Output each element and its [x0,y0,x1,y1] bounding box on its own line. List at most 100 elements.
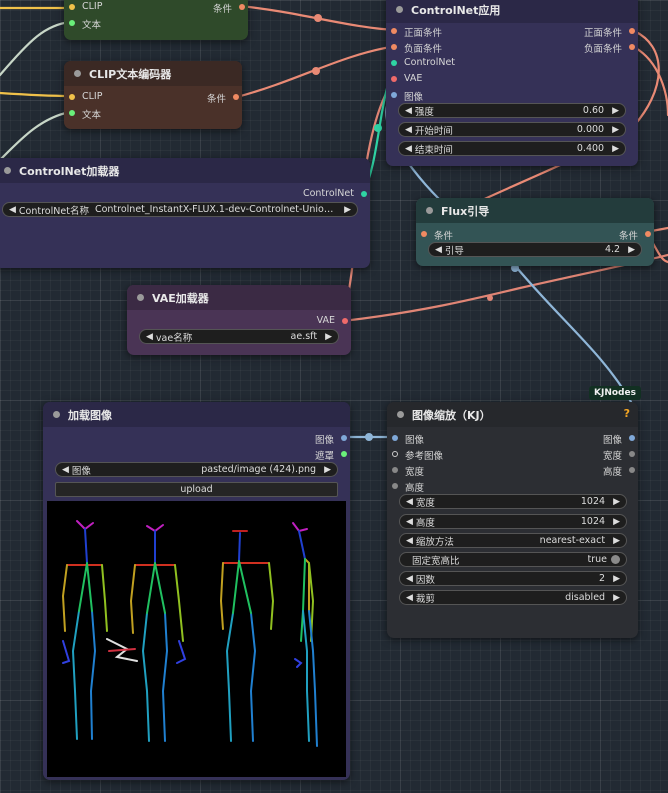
node-title-bar[interactable]: CLIP文本编码器 [64,61,242,86]
decrement-arrow-icon[interactable]: ◀ [406,536,413,546]
height-input-port[interactable]: 高度 [392,480,424,494]
height-port-dot[interactable] [392,483,398,489]
positive-output-port[interactable]: 正面条件 [584,25,635,39]
toggle-knob-icon[interactable] [611,555,620,564]
controlnet-output-port[interactable]: ControlNet [303,188,367,199]
vae-port-dot[interactable] [342,318,348,324]
collapse-dot-icon[interactable] [74,70,81,77]
vae-input-port[interactable]: VAE [391,73,422,84]
vae-output-port[interactable]: VAE [317,315,348,326]
increment-arrow-icon[interactable]: ▶ [325,332,332,342]
conditioning-input-port[interactable]: 条件 [421,228,453,242]
increment-arrow-icon[interactable]: ▶ [613,536,620,546]
conditioning-output-port[interactable]: 条件 [207,91,239,105]
height-output-dot[interactable] [629,467,635,473]
strength-slider[interactable]: ◀ 强度 0.60 ▶ [398,103,626,118]
negative-output-dot[interactable] [629,44,635,50]
node-title-bar[interactable]: 图像缩放（KJ） ? [387,402,638,427]
negative-port-dot[interactable] [391,44,397,50]
node-title-bar[interactable]: Flux引导 [416,198,654,223]
controlnet-input-port[interactable]: ControlNet [391,57,455,68]
increment-arrow-icon[interactable]: ▶ [612,144,619,154]
text-input-port[interactable]: 文本 [69,107,101,121]
text-input-port[interactable]: 文本 [69,17,101,31]
increment-arrow-icon[interactable]: ▶ [628,245,635,255]
positive-input-port[interactable]: 正面条件 [391,25,442,39]
increment-arrow-icon[interactable]: ▶ [613,593,620,603]
conditioning-output-port[interactable]: 条件 [213,1,245,15]
decrement-arrow-icon[interactable]: ◀ [406,593,413,603]
text-port-dot[interactable] [69,110,75,116]
vae-port-dot[interactable] [391,76,397,82]
node-title-bar[interactable]: ControlNet加载器 [0,158,370,183]
vae-name-select[interactable]: ◀ vae名称 ae.sft ▶ [139,329,339,344]
image-input-port[interactable]: 图像 [392,432,424,446]
controlnet-name-select[interactable]: ◀ ControlNet名称 Controlnet_InstantX-FLUX.… [2,202,358,217]
upload-button[interactable]: upload [55,482,338,497]
width-port-dot[interactable] [392,467,398,473]
decrement-arrow-icon[interactable]: ◀ [9,205,16,215]
vae-loader-node[interactable]: VAE加载器 VAE ◀ vae名称 ae.sft ▶ [127,285,351,355]
positive-port-dot[interactable] [391,28,397,34]
image-output-port[interactable]: 图像 [315,432,347,446]
decrement-arrow-icon[interactable]: ◀ [405,106,412,116]
image-input-port[interactable]: 图像 [391,89,423,103]
clip-input-port[interactable]: CLIP [69,1,102,12]
negative-output-port[interactable]: 负面条件 [584,41,635,55]
clip-port-dot[interactable] [69,94,75,100]
conditioning-output-port[interactable]: 条件 [619,228,651,242]
conditioning-port-dot[interactable] [421,231,427,237]
width-output-dot[interactable] [629,451,635,457]
decrement-arrow-icon[interactable]: ◀ [435,245,442,255]
start-percent-slider[interactable]: ◀ 开始时间 0.000 ▶ [398,122,626,137]
image-output-dot[interactable] [629,435,635,441]
decrement-arrow-icon[interactable]: ◀ [405,125,412,135]
clip-text-encoder-node[interactable]: CLIP文本编码器 CLIP 文本 条件 [64,61,242,129]
positive-output-dot[interactable] [629,28,635,34]
node-title-bar[interactable]: VAE加载器 [127,285,351,310]
text-port-dot[interactable] [69,20,75,26]
increment-arrow-icon[interactable]: ▶ [612,125,619,135]
image-port-dot[interactable] [391,92,397,98]
width-slider[interactable]: ◀ 宽度 1024 ▶ [399,494,627,509]
clip-port-dot[interactable] [69,4,75,10]
mask-port-dot[interactable] [341,451,347,457]
collapse-dot-icon[interactable] [137,294,144,301]
conditioning-output-dot[interactable] [645,231,651,237]
controlnet-port-dot[interactable] [391,60,397,66]
image-port-dot[interactable] [341,435,347,441]
decrement-arrow-icon[interactable]: ◀ [62,465,69,475]
end-percent-slider[interactable]: ◀ 结束时间 0.400 ▶ [398,141,626,156]
increment-arrow-icon[interactable]: ▶ [613,574,620,584]
upscale-method-select[interactable]: ◀ 缩放方法 nearest-exact ▶ [399,533,627,548]
reference-image-input-port[interactable]: 参考图像 [392,448,443,462]
controlnet-port-dot[interactable] [361,191,367,197]
keep-proportion-toggle[interactable]: 固定宽高比 true [399,552,627,567]
width-input-port[interactable]: 宽度 [392,464,424,478]
increment-arrow-icon[interactable]: ▶ [324,465,331,475]
negative-input-port[interactable]: 负面条件 [391,41,442,55]
image-output-port[interactable]: 图像 [603,432,635,446]
decrement-arrow-icon[interactable]: ◀ [406,574,413,584]
decrement-arrow-icon[interactable]: ◀ [405,144,412,154]
flux-guidance-node[interactable]: Flux引导 条件 条件 ◀ 引导 4.2 ▶ [416,198,654,266]
increment-arrow-icon[interactable]: ▶ [344,205,351,215]
load-image-node[interactable]: 加载图像 图像 遮罩 ◀ 图像 pasted/image (424).png ▶… [43,402,350,780]
crop-select[interactable]: ◀ 裁剪 disabled ▶ [399,590,627,605]
image-file-select[interactable]: ◀ 图像 pasted/image (424).png ▶ [55,462,338,477]
increment-arrow-icon[interactable]: ▶ [612,106,619,116]
reference-image-port-dot[interactable] [392,451,398,457]
collapse-dot-icon[interactable] [396,6,403,13]
decrement-arrow-icon[interactable]: ◀ [406,497,413,507]
collapse-dot-icon[interactable] [53,411,60,418]
clip-input-port[interactable]: CLIP [69,91,102,102]
decrement-arrow-icon[interactable]: ◀ [406,517,413,527]
collapse-dot-icon[interactable] [426,207,433,214]
decrement-arrow-icon[interactable]: ◀ [146,332,153,342]
node-title-bar[interactable]: ControlNet应用 [386,0,638,23]
controlnet-apply-node[interactable]: ControlNet应用 正面条件 负面条件 ControlNet VAE 图像… [386,0,638,166]
conditioning-port-dot[interactable] [233,94,239,100]
collapse-dot-icon[interactable] [4,167,11,174]
increment-arrow-icon[interactable]: ▶ [613,497,620,507]
height-output-port[interactable]: 高度 [603,464,635,478]
